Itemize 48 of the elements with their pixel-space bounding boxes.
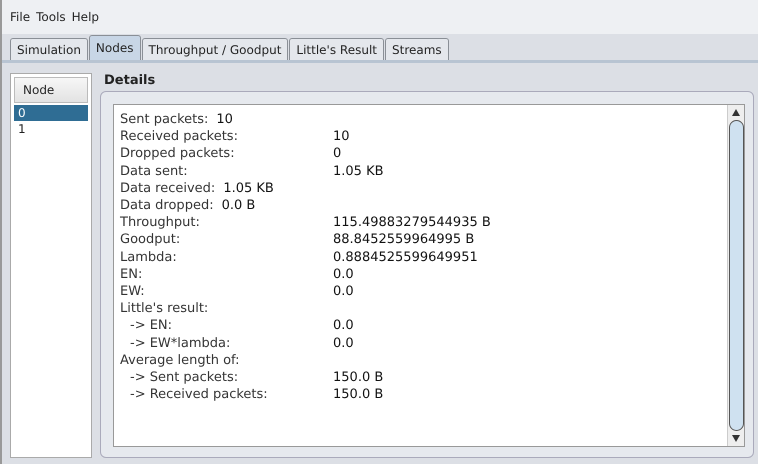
- tab[interactable]: Nodes: [88, 35, 140, 60]
- detail-label: Data sent:: [120, 164, 189, 179]
- detail-label: EN:: [120, 266, 144, 282]
- detail-value: 150.0 B: [333, 387, 384, 402]
- detail-label: Data dropped:: [120, 198, 214, 214]
- detail-value: 0.0: [333, 284, 354, 299]
- scrollbar[interactable]: [727, 105, 744, 446]
- detail-label: Goodput:: [120, 232, 182, 248]
- detail-label: -> Sent packets:: [129, 370, 240, 385]
- scroll-down-icon[interactable]: [732, 435, 740, 442]
- detail-value: 0.8884525599649951: [333, 250, 478, 265]
- menu-item[interactable]: Help: [72, 10, 100, 24]
- tab[interactable]: Little's Result: [289, 38, 384, 60]
- detail-value: 0.0 B: [222, 198, 256, 214]
- detail-value: 88.8452559964995 B: [333, 232, 474, 248]
- detail-label: -> EW*lambda:: [129, 336, 232, 351]
- menu-item[interactable]: Tools: [36, 10, 66, 24]
- detail-value: 0: [333, 146, 342, 162]
- detail-label: Average length of:: [120, 352, 241, 368]
- detail-value: 150.0 B: [333, 370, 384, 385]
- tab[interactable]: Streams: [385, 38, 449, 60]
- detail-label: -> EN:: [129, 318, 174, 334]
- detail-value: 0.0: [333, 266, 354, 282]
- detail-value: 0.0: [333, 336, 354, 351]
- detail-value: 1.05 KB: [333, 164, 384, 179]
- detail-value: 1.05 KB: [223, 180, 274, 196]
- column-header[interactable]: Node: [14, 77, 88, 103]
- detail-label: Data received:: [120, 180, 216, 196]
- detail-label: Lambda:: [120, 250, 178, 265]
- scroll-up-icon[interactable]: [732, 109, 740, 116]
- list-item[interactable]: 1: [14, 121, 88, 137]
- detail-label: Received packets:: [120, 129, 239, 144]
- detail-label: Dropped packets:: [120, 146, 236, 162]
- detail-value: 115.49883279544935 B: [333, 215, 491, 230]
- detail-label: EW:: [120, 284, 146, 299]
- tab[interactable]: Simulation: [10, 38, 88, 60]
- detail-label: Sent packets:: [120, 112, 208, 128]
- detail-value: 10: [333, 129, 350, 144]
- menu-item[interactable]: File: [10, 10, 30, 24]
- scroll-thumb[interactable]: [728, 120, 744, 431]
- detail-value: 0.0: [333, 318, 354, 334]
- tab[interactable]: Throughput / Goodput: [142, 38, 288, 60]
- detail-label: Throughput:: [120, 215, 201, 230]
- detail-value: 10: [216, 112, 233, 128]
- section-title: Details: [103, 73, 156, 90]
- list-item[interactable]: 0: [14, 105, 88, 121]
- detail-label: -> Received packets:: [129, 387, 269, 402]
- detail-label: Little's result:: [120, 301, 210, 316]
